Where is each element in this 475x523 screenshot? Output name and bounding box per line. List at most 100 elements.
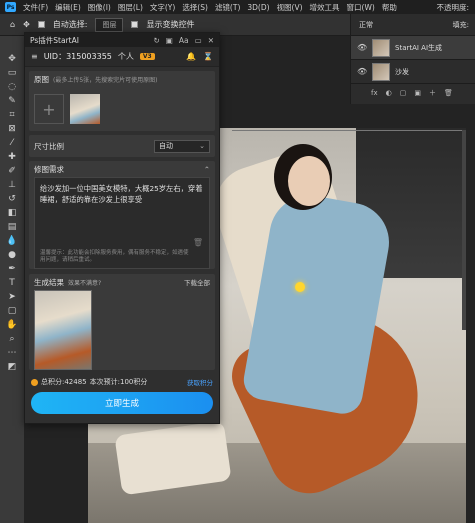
original-label: 原图 [34, 74, 49, 84]
pen-icon[interactable]: ✒ [4, 262, 20, 275]
eraser-icon[interactable]: ◧ [4, 206, 20, 219]
account-type: 个人 [117, 52, 134, 61]
layer-row[interactable]: 👁 StartAI AI生成 [351, 36, 475, 60]
download-all-button[interactable]: 下载全部 [184, 277, 210, 287]
eye-icon[interactable]: 👁 [357, 43, 367, 52]
healing-icon[interactable]: ✚ [4, 150, 20, 163]
folder-icon[interactable]: ▣ [414, 89, 421, 97]
layers-panel: 正常 填充: 👁 StartAI AI生成 👁 沙发 fx ◐ ▢ ▣ ＋ 🗑 [350, 14, 475, 104]
shape-icon[interactable]: ▢ [4, 304, 20, 317]
brush-icon[interactable]: ✐ [4, 164, 20, 177]
menu-3d[interactable]: 3D(D) [247, 3, 269, 12]
photoshop-logo[interactable]: Ps [5, 2, 16, 12]
history-icon[interactable]: ⌛ [203, 52, 213, 61]
menu-select[interactable]: 选择(S) [182, 2, 208, 13]
user-bar: ≡ UID：315003355 个人 V3 🔔 ⌛ [25, 47, 219, 67]
fx-icon[interactable]: fx [371, 89, 378, 97]
layer-name: StartAI AI生成 [395, 43, 443, 52]
trash-icon[interactable]: 🗑 [444, 89, 453, 97]
size-ratio-dropdown[interactable]: 自动 ⌄ [154, 139, 210, 153]
selection-border [232, 130, 466, 131]
original-image-thumbnail[interactable] [70, 94, 100, 124]
menu-type[interactable]: 文字(Y) [150, 2, 175, 13]
menu-icon[interactable]: ≡ [31, 52, 38, 61]
history-brush-icon[interactable]: ↺ [4, 192, 20, 205]
prompt-label: 修图需求 [34, 164, 64, 174]
path-select-icon[interactable]: ➤ [4, 290, 20, 303]
estimated-points: 本次预计:100积分 [89, 378, 148, 386]
opacity-label: 不透明度: [436, 2, 469, 12]
mask-icon[interactable]: ▢ [400, 89, 407, 97]
move-tool-icon[interactable]: ✥ [23, 20, 30, 29]
prompt-textarea[interactable]: 给沙发加一位中国美女模特，大概25岁左右，穿着睡裙，舒适的靠在沙发上很享受 🗑 … [34, 177, 210, 269]
menu-image[interactable]: 图像(I) [88, 2, 111, 13]
add-image-button[interactable]: + [34, 94, 64, 124]
total-points: 总积分:42485 [41, 378, 87, 386]
chevron-down-icon: ⌄ [199, 142, 205, 150]
layer-thumbnail [372, 38, 390, 57]
result-image-thumbnail[interactable] [34, 290, 92, 370]
menu-view[interactable]: 视图(V) [277, 2, 303, 13]
trash-icon[interactable]: 🗑 [193, 237, 203, 248]
blur-icon[interactable]: 💧 [4, 234, 20, 247]
bell-icon[interactable]: 🔔 [186, 52, 196, 61]
dodge-icon[interactable]: ● [4, 248, 20, 261]
color-swatches-icon[interactable]: ◩ [4, 360, 20, 373]
chat-icon[interactable]: ▭ [195, 36, 202, 45]
type-icon[interactable]: T [4, 276, 20, 289]
blend-mode-dropdown[interactable]: 正常 [359, 20, 373, 30]
plugin-title-bar: Ps插件StartAI ↻ ▣ Aa ▭ ✕ [25, 33, 219, 47]
layout-icon[interactable]: ▣ [166, 36, 173, 45]
generate-button[interactable]: 立即生成 [31, 392, 213, 414]
original-image-section: 原图 (最多上传5张，先搜索完片可使用原图) + [29, 71, 215, 131]
marquee-icon[interactable]: ▭ [4, 66, 20, 79]
move-icon[interactable]: ✥ [4, 52, 20, 65]
auto-select-label: 自动选择: [52, 20, 88, 29]
tools-panel: ✥ ▭ ◌ ✎ ⌗ ⊠ ⁄ ✚ ✐ ⊥ ↺ ◧ ▤ 💧 ● ✒ T ➤ ▢ ✋ … [0, 36, 24, 523]
zoom-icon[interactable]: ⌕ [4, 332, 20, 345]
menu-edit[interactable]: 编辑(E) [55, 2, 81, 13]
prompt-text: 给沙发加一位中国美女模特，大概25岁左右，穿着睡裙，舒适的靠在沙发上很享受 [40, 184, 203, 204]
menu-file[interactable]: 文件(F) [23, 2, 48, 13]
refresh-icon[interactable]: ↻ [153, 36, 159, 45]
menu-plugins[interactable]: 增效工具 [310, 2, 340, 13]
frame-icon[interactable]: ⊠ [4, 122, 20, 135]
layer-row[interactable]: 👁 沙发 [351, 60, 475, 84]
layers-footer: fx ◐ ▢ ▣ ＋ 🗑 [351, 84, 475, 102]
result-label: 生成结果 [34, 277, 64, 287]
eyedropper-icon[interactable]: ⁄ [4, 136, 20, 149]
transform-checkbox[interactable] [131, 21, 139, 28]
close-icon[interactable]: ✕ [208, 36, 214, 45]
menu-filter[interactable]: 滤镜(T) [215, 2, 240, 13]
original-hint: (最多上传5张，先搜索完片可使用原图) [53, 76, 158, 84]
adjustment-icon[interactable]: ◐ [386, 89, 392, 97]
more-tools-icon[interactable]: ⋯ [4, 346, 20, 359]
chevron-up-icon[interactable]: ⌃ [204, 165, 210, 174]
get-points-link[interactable]: 获取积分 [187, 377, 213, 387]
menu-layer[interactable]: 图层(L) [118, 2, 143, 13]
menu-window[interactable]: 窗口(W) [347, 2, 375, 13]
menu-help[interactable]: 帮助 [382, 2, 397, 13]
new-layer-icon[interactable]: ＋ [429, 88, 436, 98]
user-id: UID：315003355 [43, 52, 112, 61]
size-ratio-value: 自动 [159, 142, 173, 150]
lasso-icon[interactable]: ◌ [4, 80, 20, 93]
quick-select-icon[interactable]: ✎ [4, 94, 20, 107]
crop-icon[interactable]: ⌗ [4, 108, 20, 121]
hand-icon[interactable]: ✋ [4, 318, 20, 331]
eye-icon[interactable]: 👁 [357, 67, 367, 76]
gradient-icon[interactable]: ▤ [4, 220, 20, 233]
home-icon[interactable]: ⌂ [10, 20, 15, 29]
auto-select-checkbox[interactable] [37, 21, 45, 28]
canvas-scrollbar[interactable] [462, 130, 466, 330]
layer-thumbnail [372, 62, 390, 81]
prompt-note: 温馨提示：此功能会扣除服务费用，偶有服务不稳定，如遇使用问题，请稍后重试。 [40, 250, 189, 263]
layer-name: 沙发 [395, 67, 409, 76]
unsatisfied-link[interactable]: 效果不满意? [68, 278, 101, 287]
stamp-icon[interactable]: ⊥ [4, 178, 20, 191]
font-size-icon[interactable]: Aa [179, 36, 189, 45]
auto-select-dropdown[interactable]: 图层 [95, 17, 124, 32]
points-bar: 总积分:42485 本次预计:100积分 获取积分 [25, 374, 219, 390]
plugin-title: Ps插件StartAI [30, 35, 79, 45]
prompt-section: 修图需求 ⌃ 给沙发加一位中国美女模特，大概25岁左右，穿着睡裙，舒适的靠在沙发… [29, 161, 215, 269]
